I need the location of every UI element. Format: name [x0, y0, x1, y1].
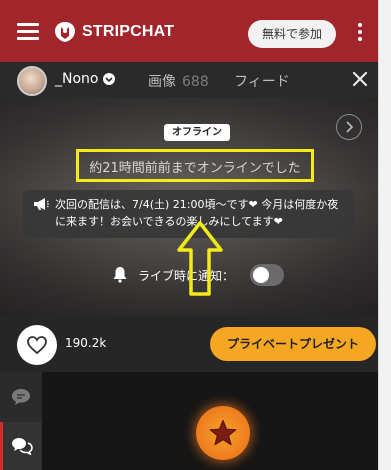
side-messages-button[interactable] — [0, 422, 42, 470]
profile-tab-bar: _Nono 画像 688 フィード — [0, 62, 378, 98]
chat-bubbles-icon — [12, 438, 33, 455]
action-bar: 190.2k プライベートプレゼント — [0, 316, 378, 372]
tab-photos-count: 688 — [182, 74, 209, 90]
close-icon[interactable] — [351, 70, 369, 88]
toggle-knob — [253, 267, 269, 283]
highlight-box: 約21時間前前までオンラインでした — [76, 149, 314, 182]
avatar[interactable] — [17, 66, 47, 96]
tab-photos-label: 画像 — [148, 74, 176, 90]
favorite-star-button[interactable] — [196, 406, 250, 460]
brand-name: STRIPCHAT — [82, 23, 175, 40]
top-header: STRIPCHAT 無料で参加 — [0, 0, 378, 62]
stream-preview: オフライン 約21時間前前までオンラインでした 次回の配信は、7/4(土) 21… — [0, 98, 378, 316]
side-chat-button[interactable] — [0, 372, 42, 422]
notify-toggle[interactable] — [250, 264, 284, 286]
chevron-right-icon — [346, 121, 354, 133]
annotation-arrow — [177, 221, 223, 296]
offline-message: 約21時間前前までオンラインでした — [89, 161, 301, 176]
brand-logo-icon — [55, 22, 75, 42]
username[interactable]: _Nono — [55, 71, 98, 87]
bell-icon — [113, 267, 127, 283]
brand-logo[interactable]: STRIPCHAT — [52, 20, 192, 44]
star-icon — [209, 419, 237, 446]
like-count: 190.2k — [65, 336, 107, 350]
app-root: STRIPCHAT 無料で参加 _Nono 画像 688 フィード オフライン — [0, 0, 378, 470]
next-model-button[interactable] — [336, 114, 362, 140]
tab-feed[interactable]: フィード — [234, 71, 290, 91]
private-present-button[interactable]: プライベートプレゼント — [210, 327, 376, 361]
chevron-down-icon[interactable] — [103, 73, 115, 85]
tab-photos[interactable]: 画像 688 — [148, 71, 209, 91]
menu-icon[interactable] — [17, 23, 39, 40]
chat-bubble-icon — [12, 389, 30, 405]
like-button[interactable] — [17, 325, 57, 365]
join-free-button[interactable]: 無料で参加 — [248, 20, 336, 48]
offline-badge: オフライン — [164, 124, 230, 141]
side-panel — [0, 372, 42, 470]
kebab-menu-icon[interactable] — [358, 23, 362, 41]
megaphone-icon — [34, 198, 49, 210]
heart-icon — [27, 336, 47, 354]
scrollbar-track[interactable] — [378, 0, 391, 470]
